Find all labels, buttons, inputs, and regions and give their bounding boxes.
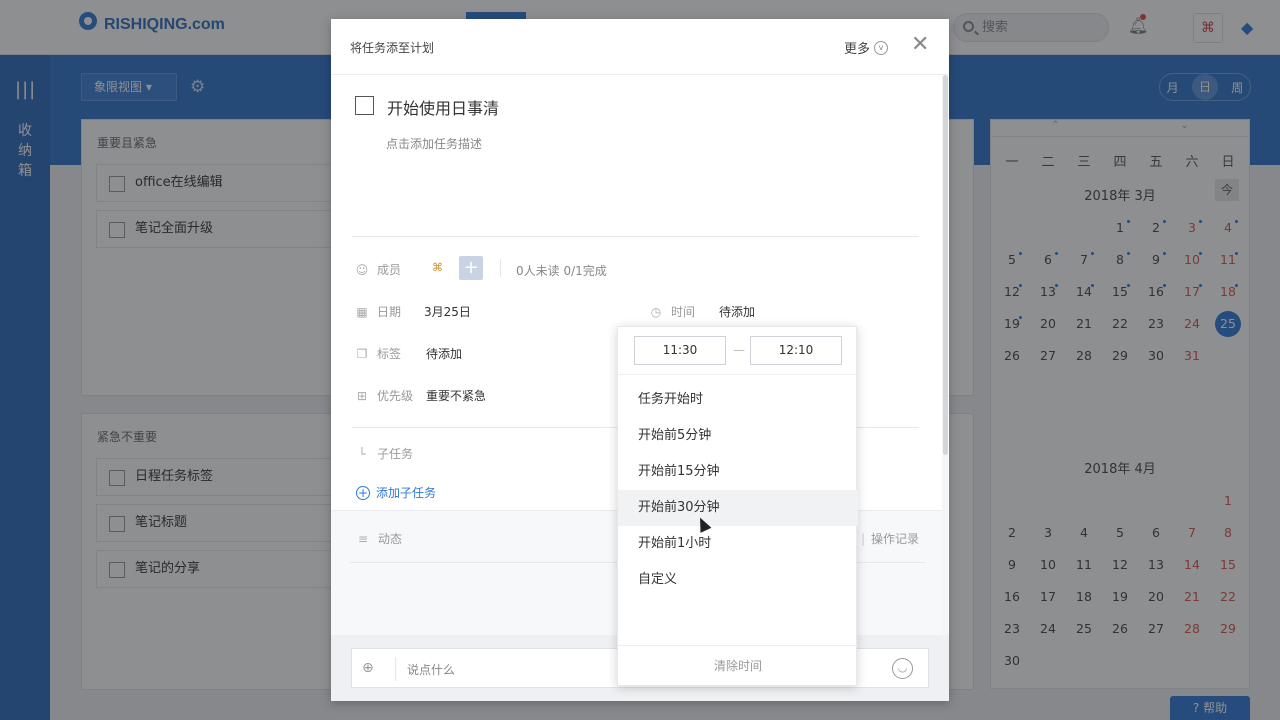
- member-avatar[interactable]: ⌘: [432, 261, 446, 275]
- scrollbar-thumb[interactable]: [943, 75, 948, 455]
- task-description-input[interactable]: 点击添加任务描述: [386, 135, 482, 152]
- reminder-option[interactable]: 开始前1小时: [618, 526, 858, 562]
- task-checkbox[interactable]: [355, 96, 374, 115]
- add-member-button[interactable]: +: [459, 256, 483, 280]
- subtask-label: └ 子任务: [355, 445, 413, 462]
- time-separator: —: [733, 343, 745, 357]
- grid-icon: ⊞: [356, 388, 368, 403]
- start-time-input[interactable]: 11:30: [634, 336, 726, 365]
- plus-circle-icon: +: [356, 485, 370, 500]
- chevron-down-icon: v: [874, 40, 889, 55]
- more-button[interactable]: 更多 v: [844, 38, 889, 57]
- paperclip-icon[interactable]: ⊕: [362, 661, 384, 675]
- members-label: ☺ 成员: [355, 261, 401, 278]
- reminder-option[interactable]: 开始前15分钟: [618, 454, 858, 490]
- divider: [618, 374, 858, 375]
- calendar-icon: ▦: [356, 304, 368, 319]
- operation-log-link[interactable]: 操作记录: [861, 530, 919, 547]
- date-value[interactable]: 3月25日: [424, 303, 471, 320]
- time-label-text: 时间: [671, 305, 696, 319]
- modal-header: 将任务添至计划 更多 v ✕: [331, 19, 949, 75]
- subtask-icon: └: [358, 446, 366, 461]
- reminder-option[interactable]: 任务开始时: [618, 382, 858, 418]
- activity-label-text: 动态: [378, 532, 403, 546]
- divider: [500, 259, 501, 277]
- more-label: 更多: [844, 42, 871, 57]
- priority-value[interactable]: 重要不紧急: [426, 387, 486, 404]
- clear-time-button[interactable]: 清除时间: [618, 645, 858, 687]
- priority-label: ⊞ 优先级: [355, 387, 413, 404]
- divider: [352, 236, 919, 237]
- tag-value[interactable]: 待添加: [426, 345, 462, 362]
- time-value[interactable]: 待添加: [719, 303, 755, 320]
- task-title[interactable]: 开始使用日事清: [387, 95, 499, 119]
- members-status: 0人未读 0/1完成: [516, 264, 607, 278]
- emoji-icon[interactable]: ◡: [892, 658, 913, 679]
- layers-icon: ≡: [357, 531, 369, 546]
- divider: [395, 657, 396, 681]
- activity-label: ≡ 动态: [356, 530, 402, 547]
- time-dropdown: 11:30 — 12:10 任务开始时 开始前5分钟 开始前15分钟 开始前30分钟开…: [617, 326, 858, 687]
- date-label: ▦ 日期: [355, 303, 401, 320]
- end-time-input[interactable]: 12:10: [750, 336, 842, 365]
- reminder-option[interactable]: 开始前30分钟: [618, 490, 858, 526]
- reminder-option[interactable]: 自定义: [618, 562, 858, 598]
- time-label: ◷ 时间: [649, 303, 695, 320]
- subtask-label-text: 子任务: [377, 447, 414, 461]
- tag-label-text: 标签: [377, 347, 402, 361]
- reminder-option[interactable]: 开始前5分钟: [618, 418, 858, 454]
- close-icon[interactable]: ✕: [911, 33, 929, 57]
- user-icon: ☺: [355, 262, 369, 277]
- priority-label-text: 优先级: [377, 389, 414, 403]
- add-subtask-button[interactable]: + 添加子任务: [356, 484, 436, 501]
- modal-title: 将任务添至计划: [350, 41, 435, 55]
- clock-icon: ◷: [650, 304, 662, 319]
- date-label-text: 日期: [377, 305, 402, 319]
- tag-label: ❐ 标签: [355, 345, 401, 362]
- comment-placeholder: 说点什么: [407, 663, 456, 677]
- bookmark-icon: ❐: [356, 346, 368, 361]
- members-label-text: 成员: [377, 263, 402, 277]
- add-subtask-label: 添加子任务: [376, 486, 437, 500]
